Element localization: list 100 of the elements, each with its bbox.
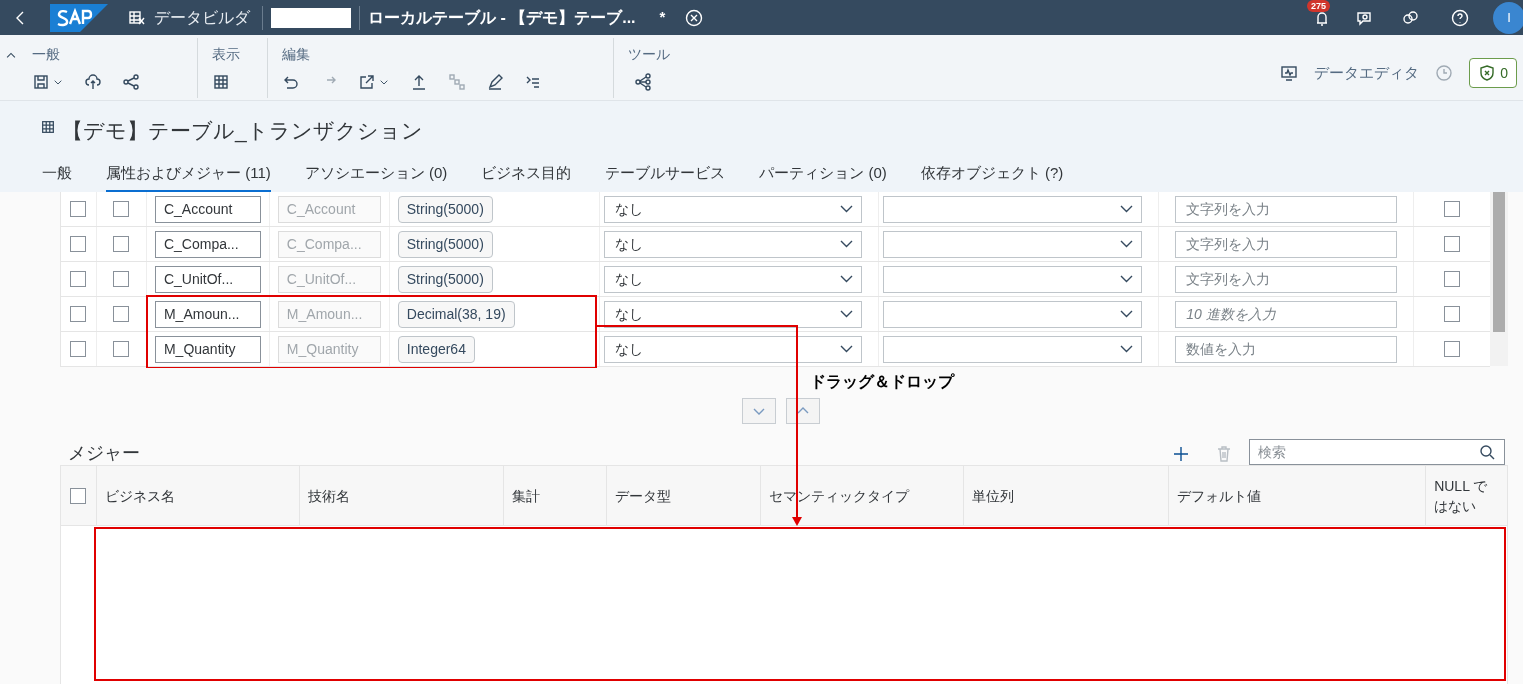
move-up-button[interactable] (786, 398, 820, 424)
toolbar-group-label: 表示 (212, 45, 241, 64)
business-name-field[interactable]: C_UnitOf... (154, 265, 261, 293)
dropdown-icon (840, 345, 854, 353)
checkbox[interactable] (1444, 306, 1461, 322)
checkbox[interactable] (1444, 201, 1461, 217)
unit-column-select[interactable] (883, 230, 1143, 258)
tab[interactable]: テーブルサービス (605, 161, 726, 192)
hierarchy-icon[interactable] (448, 73, 466, 91)
checkbox[interactable] (70, 271, 87, 287)
column-header: 単位列 (971, 486, 1014, 506)
toolbar-group-label: ツール (628, 45, 670, 64)
tab[interactable]: パーティション (0) (759, 161, 887, 192)
tab[interactable]: 依存オブジェクト (?) (920, 161, 1064, 192)
data-type-button[interactable]: String(5000) (397, 230, 493, 258)
semantic-type-select[interactable]: なし (603, 335, 863, 363)
table-tool-icon (128, 8, 146, 27)
user-avatar[interactable]: I (1493, 1, 1523, 34)
column-header: セマンティックタイプ (769, 486, 910, 506)
dropdown-icon (1120, 240, 1134, 248)
data-type-button[interactable]: String(5000) (397, 265, 493, 293)
default-value-field[interactable]: 文字列を入力 (1175, 265, 1398, 293)
technical-name-field: C_Account (277, 195, 381, 223)
checkbox[interactable] (70, 236, 87, 252)
cloud-upload-icon[interactable] (84, 73, 102, 91)
grid-icon[interactable] (212, 73, 230, 91)
toolbar-group-label: 一般 (32, 45, 61, 64)
column-header: ビジネス名 (104, 486, 175, 506)
checkbox[interactable] (113, 236, 130, 252)
add-icon[interactable] (1172, 445, 1190, 463)
checkbox[interactable] (113, 341, 130, 357)
data-type-button[interactable]: String(5000) (397, 195, 493, 223)
close-icon[interactable] (685, 8, 704, 27)
semantic-type-select[interactable]: なし (603, 230, 863, 258)
checkbox[interactable] (113, 306, 130, 322)
default-value-field[interactable]: 数値を入力 (1175, 335, 1398, 363)
help-icon[interactable] (1451, 8, 1469, 27)
unit-column-select[interactable] (883, 335, 1143, 363)
checkbox[interactable] (113, 201, 130, 217)
business-name-field[interactable]: C_Compa... (154, 230, 261, 258)
business-name-field[interactable]: C_Account (154, 195, 261, 223)
data-editor-link[interactable]: データエディタ (1314, 61, 1420, 85)
validation-button[interactable]: 0 (1469, 58, 1517, 88)
dropdown-icon (1120, 345, 1134, 353)
delete-icon[interactable] (1215, 445, 1233, 463)
dropdown-icon (840, 240, 854, 248)
checkbox[interactable] (70, 201, 87, 217)
tab-title[interactable]: ローカルテーブル - 【デモ】テーブ... (368, 5, 636, 30)
checkbox[interactable] (1444, 341, 1461, 357)
semantic-type-select[interactable]: なし (603, 300, 863, 328)
app-title: データビルダ (154, 7, 250, 28)
network-icon[interactable] (634, 73, 652, 91)
default-value-field[interactable]: 文字列を入力 (1175, 230, 1398, 258)
logo-icon (50, 3, 108, 32)
dropdown-icon (1120, 205, 1134, 213)
tab[interactable]: ビジネス目的 (481, 161, 572, 192)
data-type-button[interactable]: Integer64 (397, 335, 475, 363)
checkbox[interactable] (70, 487, 87, 504)
upload-icon[interactable] (410, 73, 428, 91)
checkbox[interactable] (1444, 236, 1461, 252)
column-header: NULL ではない (1434, 476, 1489, 516)
drag-drop-label: ドラッグ＆ドロップ (810, 372, 954, 392)
save-icon[interactable] (32, 73, 50, 91)
semantic-type-select[interactable]: なし (603, 195, 863, 223)
pen-icon[interactable] (486, 73, 504, 91)
history-icon[interactable] (1435, 64, 1454, 82)
tab[interactable]: アソシエーション (0) (304, 161, 448, 192)
checkbox[interactable] (70, 341, 87, 357)
column-header: 技術名 (307, 486, 350, 506)
search-field[interactable]: 検索 (1249, 439, 1505, 465)
share-icon[interactable] (122, 73, 140, 91)
column-header: 集計 (512, 486, 541, 506)
semantic-type-select[interactable]: なし (603, 265, 863, 293)
unsaved-mark: * (659, 7, 666, 28)
monitor-icon[interactable] (1280, 64, 1299, 82)
default-value-field[interactable]: 文字列を入力 (1175, 195, 1398, 223)
chat-icon[interactable] (1401, 8, 1419, 27)
search-icon (1478, 443, 1496, 461)
data-type-button[interactable]: Decimal(38, 19) (397, 300, 515, 328)
dropdown-icon (1120, 310, 1134, 318)
business-name-field[interactable]: M_Quantity (154, 335, 261, 363)
toolbar-group-label: 編集 (282, 45, 311, 64)
checkbox[interactable] (113, 271, 130, 287)
object-title: 【デモ】テーブル_トランザクション (62, 118, 423, 145)
column-header: デフォルト値 (1176, 486, 1261, 506)
technical-name-field: C_UnitOf... (277, 265, 381, 293)
checkbox[interactable] (1444, 271, 1461, 287)
tab[interactable]: 一般 (42, 161, 72, 192)
dropdown-icon (840, 275, 854, 283)
unit-column-select[interactable] (883, 300, 1143, 328)
technical-name-field: M_Quantity (277, 335, 381, 363)
default-value-field[interactable]: 10 進数を入力 (1175, 300, 1398, 328)
business-name-field[interactable]: M_Amoun... (154, 300, 261, 328)
export-icon[interactable] (358, 73, 376, 91)
checkbox[interactable] (70, 306, 87, 322)
unit-column-select[interactable] (883, 265, 1143, 293)
notification-badge: 275 (1307, 0, 1331, 12)
unit-column-select[interactable] (883, 195, 1143, 223)
technical-name-field: M_Amoun... (277, 300, 381, 328)
section-title: メジャー (68, 442, 140, 465)
